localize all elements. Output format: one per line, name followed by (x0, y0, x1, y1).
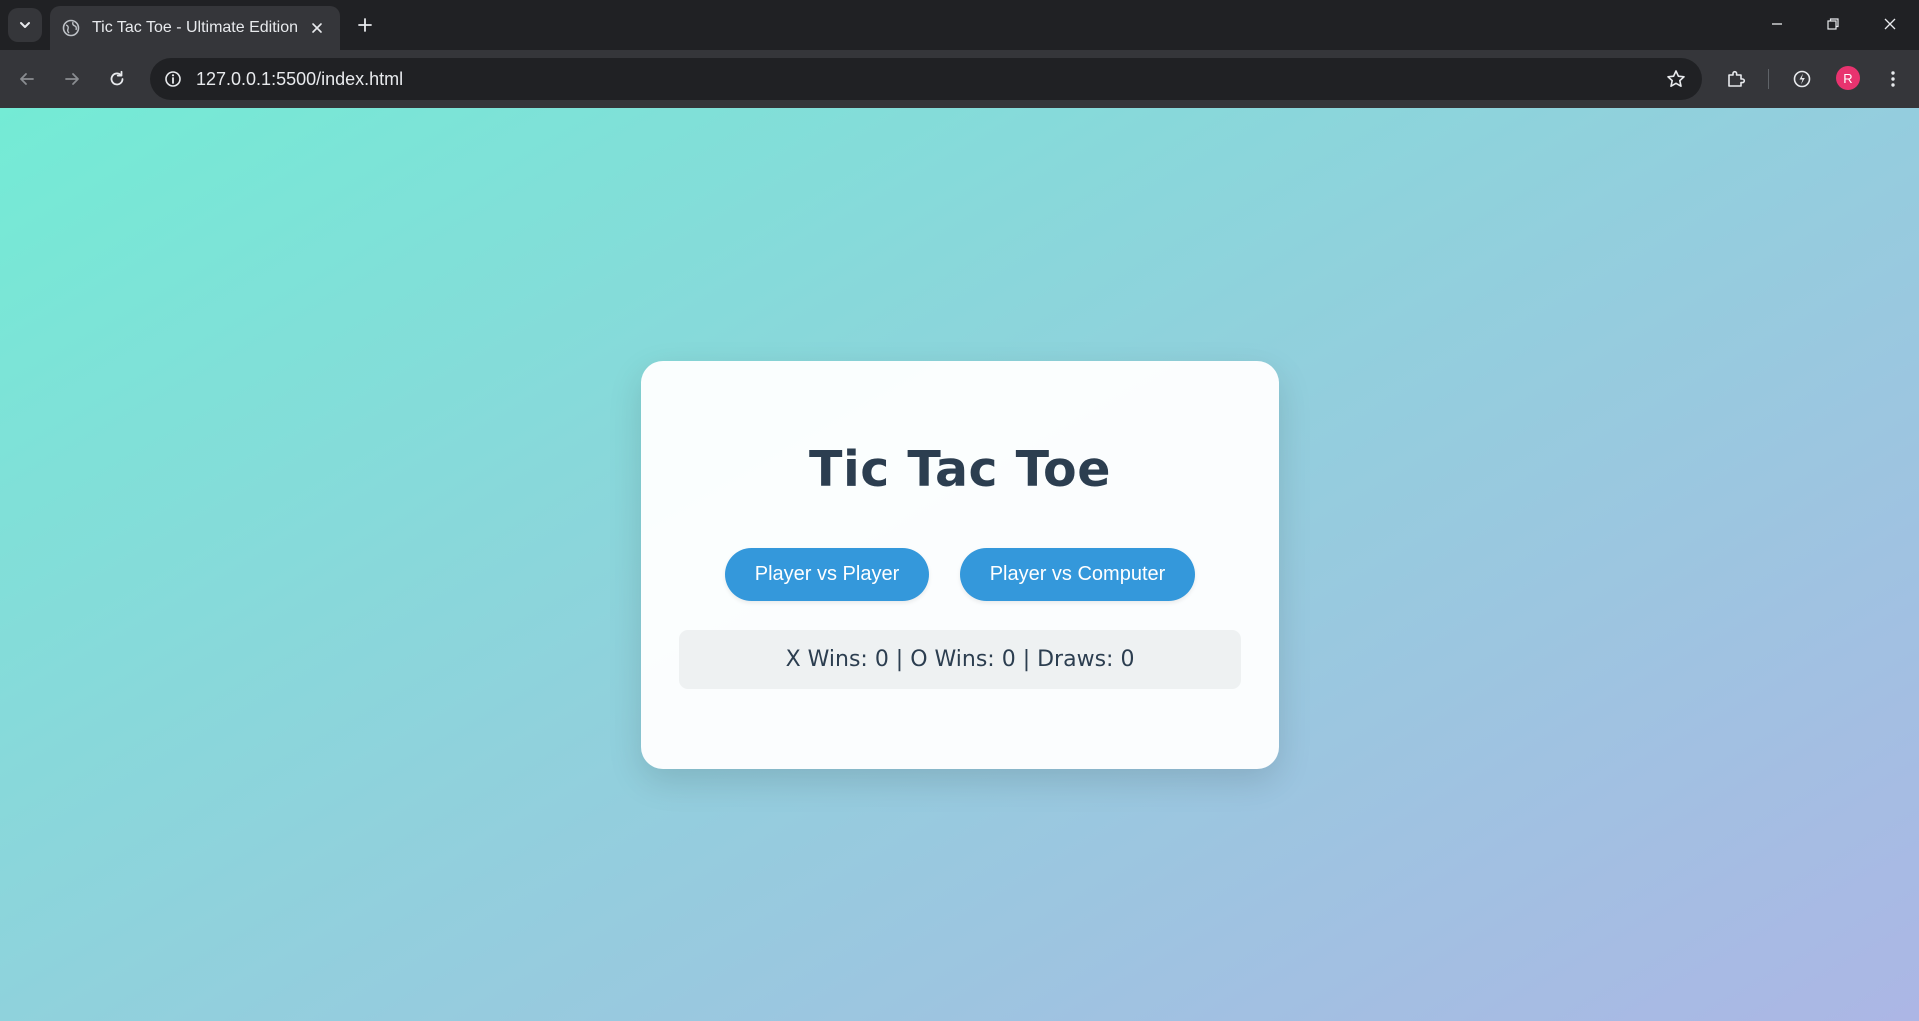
close-icon (1884, 18, 1896, 30)
page-viewport: Tic Tac Toe Player vs Player Player vs C… (0, 108, 1919, 1021)
window-close-button[interactable] (1867, 6, 1913, 42)
browser-menu-button[interactable] (1876, 62, 1910, 96)
puzzle-icon (1728, 70, 1746, 87)
page-title: Tic Tac Toe (809, 441, 1111, 498)
tab-strip: Tic Tac Toe - Ultimate Edition (0, 0, 1919, 50)
star-icon (1667, 70, 1685, 87)
arrow-right-icon (65, 73, 79, 85)
reload-button[interactable] (100, 62, 134, 96)
profile-avatar[interactable]: R (1836, 66, 1860, 90)
restore-button[interactable] (1810, 6, 1856, 42)
back-button[interactable] (10, 62, 44, 96)
tab-title: Tic Tac Toe - Ultimate Edition (92, 19, 299, 36)
toolbar-divider (1768, 69, 1769, 89)
scoreboard: X Wins: 0 | O Wins: 0 | Draws: 0 (679, 630, 1241, 689)
reload-icon (110, 70, 124, 86)
extensions-button[interactable] (1719, 62, 1753, 96)
more-vertical-icon (1891, 71, 1895, 87)
plus-icon (358, 18, 372, 32)
minimize-icon (1772, 23, 1782, 25)
performance-button[interactable] (1785, 62, 1819, 96)
new-tab-button[interactable] (352, 12, 378, 38)
restore-icon (1827, 18, 1839, 30)
browser-tab[interactable]: Tic Tac Toe - Ultimate Edition (50, 6, 340, 50)
speed-icon (1793, 70, 1811, 88)
url-text: 127.0.0.1:5500/index.html (196, 68, 404, 89)
close-icon (312, 23, 322, 33)
browser-toolbar: 127.0.0.1:5500/index.html (0, 50, 1919, 108)
minimize-button[interactable] (1754, 6, 1800, 42)
globe-icon (62, 19, 80, 37)
player-vs-computer-button[interactable]: Player vs Computer (960, 548, 1195, 601)
bookmark-button[interactable] (1660, 63, 1692, 95)
tab-search-button[interactable] (8, 8, 42, 42)
forward-button[interactable] (55, 62, 89, 96)
chevron-down-icon (20, 22, 30, 28)
address-bar[interactable]: 127.0.0.1:5500/index.html (150, 58, 1702, 100)
game-card: Tic Tac Toe Player vs Player Player vs C… (641, 361, 1279, 769)
arrow-left-icon (20, 73, 34, 85)
tab-close-button[interactable] (306, 17, 328, 39)
site-info-button[interactable] (158, 64, 188, 94)
info-icon (165, 71, 181, 87)
player-vs-player-button[interactable]: Player vs Player (725, 548, 929, 601)
browser-window: Tic Tac Toe - Ultimate Edition 127.0.0.1… (0, 0, 1919, 1021)
